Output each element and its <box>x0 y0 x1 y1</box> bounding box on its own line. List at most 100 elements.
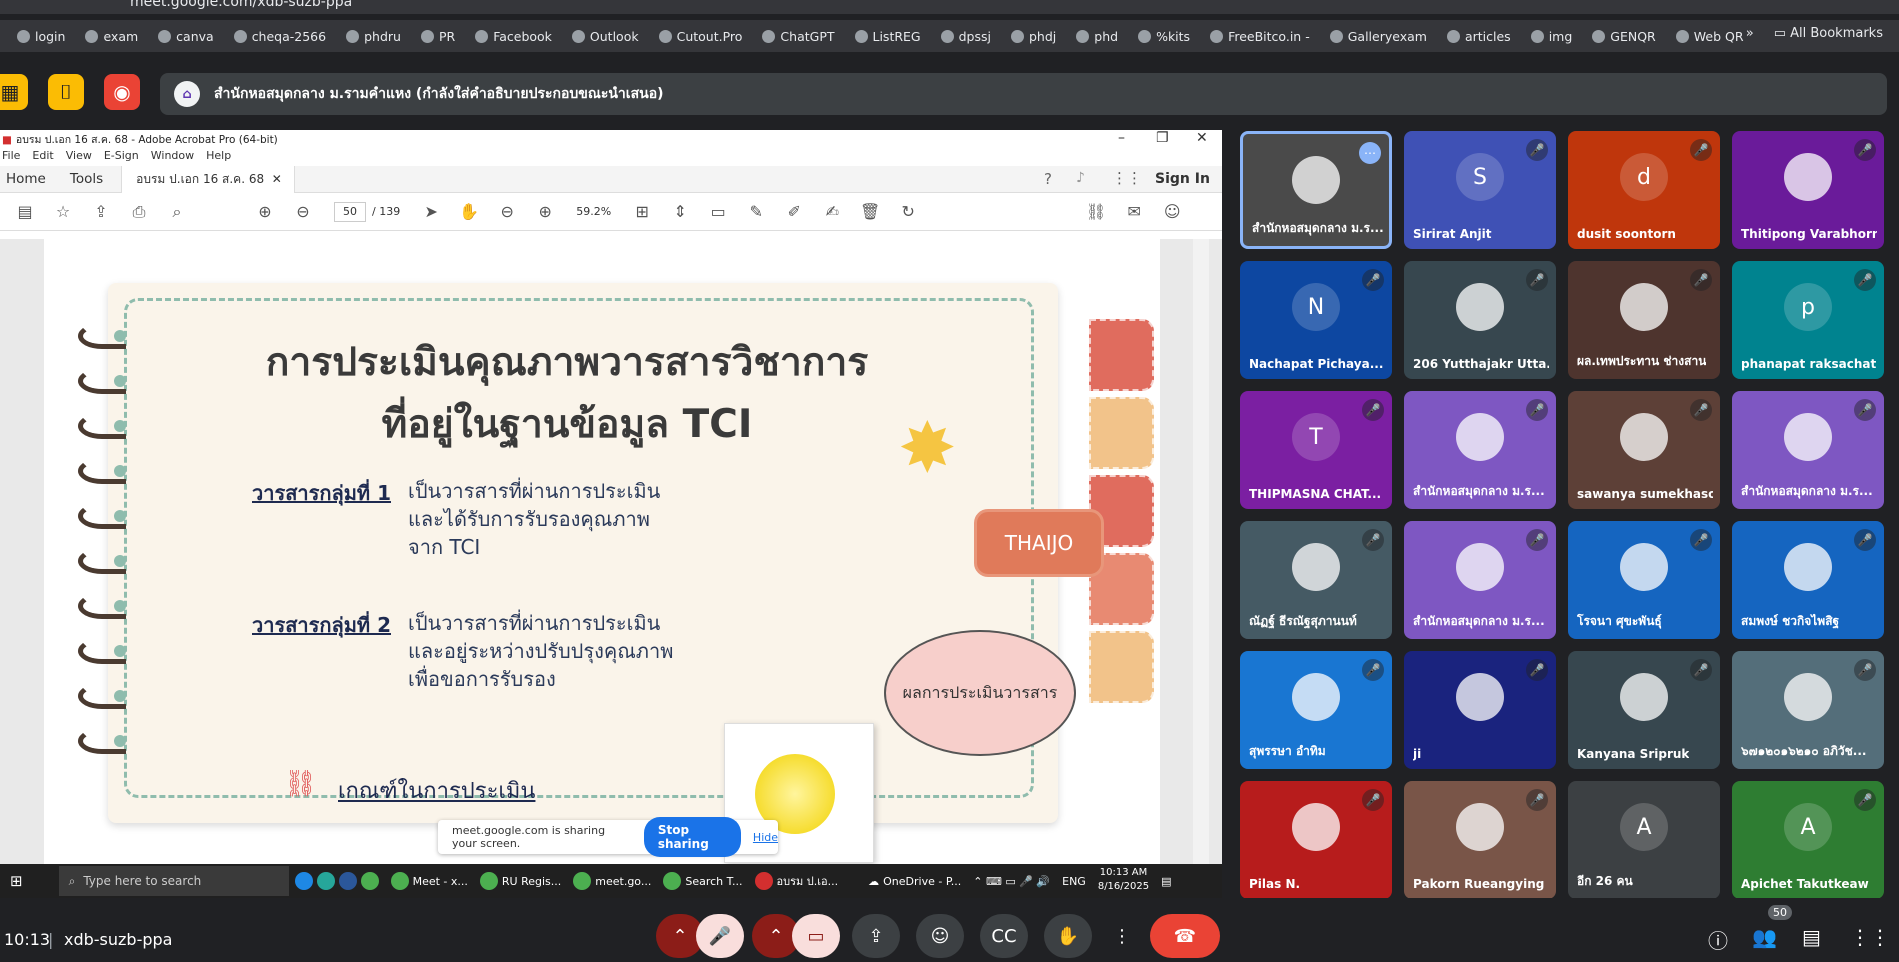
link-icon[interactable]: ⛓ <box>1077 202 1115 221</box>
tray-icons[interactable]: ⌃ ⌨ ▭ 🎤 🔊 <box>967 866 1056 896</box>
chrome-icon[interactable] <box>360 872 379 890</box>
bookmark-item[interactable]: GENQR <box>1583 26 1664 47</box>
notes-app-icon[interactable] <box>316 872 335 890</box>
apps-grid-icon[interactable]: ⋮⋮ <box>1112 169 1142 187</box>
page-up-icon[interactable]: ⊕ <box>246 202 284 221</box>
present-screen-button[interactable]: ⇪ <box>852 914 900 958</box>
menu-item[interactable]: View <box>66 149 92 166</box>
participant-tile[interactable]: 🎤 โรจนา ศุขะพันธุ์ <box>1568 521 1720 639</box>
delete-icon[interactable]: 🗑 <box>851 202 889 221</box>
hand-tool-icon[interactable]: ✋ <box>450 202 488 221</box>
raise-hand-button[interactable]: ✋ <box>1044 914 1092 958</box>
bookmark-item[interactable]: %kits <box>1129 26 1199 47</box>
participant-tile[interactable]: p 🎤 phanapat raksachat <box>1732 261 1884 379</box>
taskbar-clock[interactable]: 10:13 AM 8/16/2025 <box>1092 866 1155 896</box>
draw-icon[interactable]: ✐ <box>775 202 813 221</box>
comment-icon[interactable]: ▭ <box>699 202 737 221</box>
all-bookmarks-button[interactable]: ▭ All Bookmarks <box>1774 26 1883 41</box>
close-icon[interactable]: ✕ <box>1196 130 1208 146</box>
people-icon[interactable]: 👥 <box>1752 925 1777 949</box>
word-icon[interactable] <box>338 872 357 890</box>
save-icon[interactable]: ▤ <box>6 202 44 221</box>
taskbar-app[interactable]: meet.go... <box>567 866 657 896</box>
tab-home[interactable]: Home <box>0 171 64 187</box>
more-options-icon[interactable]: ⋯ <box>1359 142 1381 164</box>
participant-tile[interactable]: ⋯ สำนักหอสมุดกลาง ม.ร... <box>1240 131 1392 249</box>
participant-tile[interactable]: A 🎤 Apichet Takutkeaw <box>1732 781 1884 899</box>
onedrive-status[interactable]: ☁ OneDrive - P... <box>862 866 967 896</box>
bookmark-item[interactable]: Web QR <box>1667 26 1753 47</box>
edit-pdf-icon[interactable]: ✍ <box>813 202 851 221</box>
participant-tile[interactable]: 🎤 สมพงษ์ ชวกิจไพสิฐ <box>1732 521 1884 639</box>
participant-tile[interactable]: T 🎤 THIPMASNA CHAT... <box>1240 391 1392 509</box>
participant-tile[interactable]: 🎤 Pilas N. <box>1240 781 1392 899</box>
highlight-icon[interactable]: ✎ <box>737 202 775 221</box>
minimize-icon[interactable]: – <box>1118 130 1125 146</box>
menu-item[interactable]: File <box>2 149 20 166</box>
participant-tile[interactable]: 🎤 ณัฏฐ์ ธีรณัฐสุภานนท์ <box>1240 521 1392 639</box>
participant-tile[interactable]: 🎤 ji <box>1404 651 1556 769</box>
info-icon[interactable]: ⓘ <box>1708 925 1728 954</box>
chat-icon[interactable]: ▤ <box>1802 925 1821 949</box>
menu-item[interactable]: Help <box>206 149 231 166</box>
fit-page-icon[interactable]: ⊞ <box>623 202 661 221</box>
participant-tile[interactable]: 🎤 สำนักหอสมุดกลาง ม.ร... <box>1404 521 1556 639</box>
bookmark-item[interactable]: img <box>1522 26 1582 47</box>
leave-call-button[interactable]: ☎ <box>1150 914 1220 958</box>
captions-button[interactable]: CC <box>980 914 1028 958</box>
menu-item[interactable]: Edit <box>32 149 53 166</box>
bookmark-item[interactable]: Outlook <box>563 26 648 47</box>
zoom-out-icon[interactable]: ⊖ <box>488 202 526 221</box>
restore-icon[interactable]: ❐ <box>1156 130 1169 146</box>
select-cursor-icon[interactable]: ➤ <box>412 202 450 221</box>
participant-tile[interactable]: 🎤 Pakorn Rueangying <box>1404 781 1556 899</box>
pen-tool-icon[interactable]: ⌷ <box>48 74 84 110</box>
bookmark-item[interactable]: phdru <box>337 26 410 47</box>
windows-start-icon[interactable]: ⊞ <box>10 872 23 890</box>
upload-icon[interactable]: ⇪ <box>82 202 120 221</box>
taskbar-app[interactable]: Meet - x... <box>385 866 474 896</box>
taskbar-app[interactable]: อบรม ป.เอ... <box>749 866 845 896</box>
criteria-link[interactable]: เกณฑ์ในการประเมิน <box>338 773 535 808</box>
participant-tile[interactable]: A อีก 26 คน <box>1568 781 1720 899</box>
participant-tile[interactable]: 🎤 สำนักหอสมุดกลาง ม.ร... <box>1732 391 1884 509</box>
page-number-input[interactable]: 50 <box>334 201 366 222</box>
bookmark-item[interactable]: phdj <box>1002 26 1065 47</box>
participant-tile[interactable]: 🎤 ผล.เทพประทาน ช่างสาน <box>1568 261 1720 379</box>
menu-item[interactable]: E-Sign <box>104 149 139 166</box>
participant-tile[interactable]: 🎤 Thitipong Varabhorn <box>1732 131 1884 249</box>
bookmark-item[interactable]: phd <box>1067 26 1127 47</box>
page-down-icon[interactable]: ⊖ <box>284 202 322 221</box>
participant-tile[interactable]: 🎤 สำนักหอสมุดกลาง ม.ร... <box>1404 391 1556 509</box>
language-indicator[interactable]: ENG <box>1056 866 1092 896</box>
participant-tile[interactable]: 🎤 sawanya sumekhaso <box>1568 391 1720 509</box>
sign-in-button[interactable]: Sign In <box>1155 171 1210 187</box>
participant-tile[interactable]: S 🎤 Sirirat Anjit <box>1404 131 1556 249</box>
bookmark-item[interactable]: Facebook <box>466 26 561 47</box>
bookmark-item[interactable]: ListREG <box>846 26 930 47</box>
user-icon[interactable]: ☺ <box>1153 202 1191 221</box>
close-icon[interactable]: ✕ <box>272 172 282 186</box>
participant-tile[interactable]: N 🎤 Nachapat Pichaya... <box>1240 261 1392 379</box>
address-bar[interactable]: meet.google.com/xdb-suzb-ppa <box>130 0 352 10</box>
tab-tools[interactable]: Tools <box>64 171 121 187</box>
stop-sharing-button[interactable]: Stop sharing <box>643 817 741 857</box>
bookmark-item[interactable]: FreeBitco.in - <box>1201 26 1319 47</box>
star-icon[interactable]: ☆ <box>44 202 82 221</box>
notifications-icon[interactable]: ▤ <box>1155 866 1177 896</box>
annotation-icon[interactable]: ▦ <box>0 74 28 110</box>
hide-notice-link[interactable]: Hide <box>753 831 778 844</box>
record-icon[interactable]: ◉ <box>104 74 140 110</box>
more-options-button[interactable]: ⋮ <box>1100 914 1144 958</box>
file-explorer-icon[interactable] <box>294 872 313 890</box>
bookmark-item[interactable]: Cutout.Pro <box>650 26 752 47</box>
bookmark-item[interactable]: PR <box>412 26 464 47</box>
bookmark-item[interactable]: Galleryexam <box>1321 26 1436 47</box>
participant-tile[interactable]: 🎤 206 Yutthajakr Utta... <box>1404 261 1556 379</box>
bookmark-item[interactable]: articles <box>1438 26 1520 47</box>
bookmark-item[interactable]: ChatGPT <box>753 26 843 47</box>
help-icon[interactable]: ? <box>1044 170 1052 188</box>
zoom-in-icon[interactable]: ⊕ <box>526 202 564 221</box>
bookmark-item[interactable]: exam <box>76 26 147 47</box>
tab-document[interactable]: อบรม ป.เอก 16 ส.ค. 68 ✕ <box>121 165 295 193</box>
